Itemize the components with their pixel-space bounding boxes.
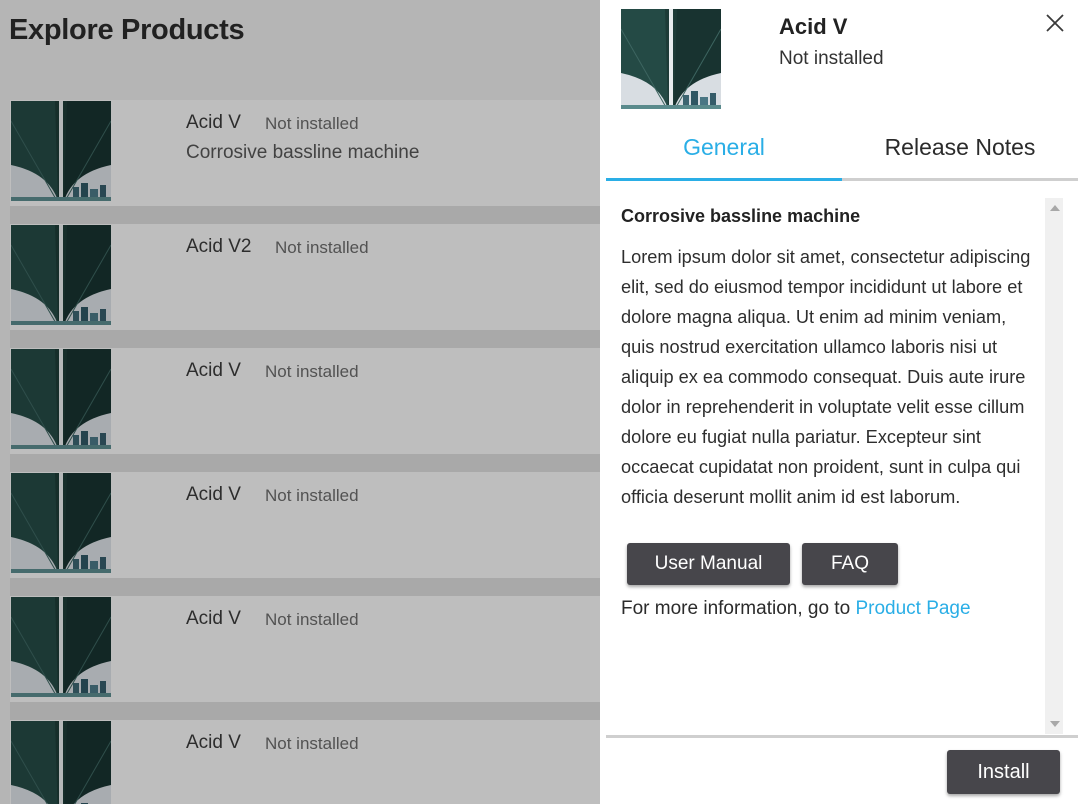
product-page-link[interactable]: Product Page — [855, 598, 970, 619]
user-manual-button[interactable]: User Manual — [627, 543, 790, 585]
close-button[interactable] — [1044, 12, 1066, 34]
product-tagline: Corrosive bassline machine — [621, 206, 861, 226]
modal-backdrop[interactable] — [0, 0, 600, 804]
product-list-pane: Explore Products Acid V Not installed Corr… — [0, 0, 600, 804]
product-thumbnail — [621, 9, 721, 109]
more-info-text: For more information, go to Product Page — [621, 598, 971, 620]
tab-general[interactable]: General — [606, 124, 842, 181]
product-description: Lorem ipsum dolor sit amet, consectetur … — [621, 247, 1031, 507]
detail-install-status: Not installed — [779, 48, 884, 69]
content-scrollbar[interactable] — [1045, 198, 1063, 734]
close-icon — [1046, 14, 1064, 32]
install-button[interactable]: Install — [947, 750, 1060, 794]
detail-product-name: Acid V — [779, 14, 848, 39]
more-info-prefix: For more information, go to — [621, 598, 851, 619]
footer-divider — [606, 735, 1078, 738]
scroll-down-icon[interactable] — [1050, 721, 1060, 727]
scroll-up-icon[interactable] — [1050, 205, 1060, 211]
product-detail-panel: Acid V Not installed General Release Not… — [600, 0, 1078, 804]
detail-tabs: General Release Notes — [606, 124, 1078, 181]
faq-button[interactable]: FAQ — [802, 543, 898, 585]
tab-release-notes[interactable]: Release Notes — [842, 124, 1078, 178]
bridge-image — [621, 9, 721, 109]
general-tab-content: Corrosive bassline machine Lorem ipsum d… — [606, 198, 1038, 734]
